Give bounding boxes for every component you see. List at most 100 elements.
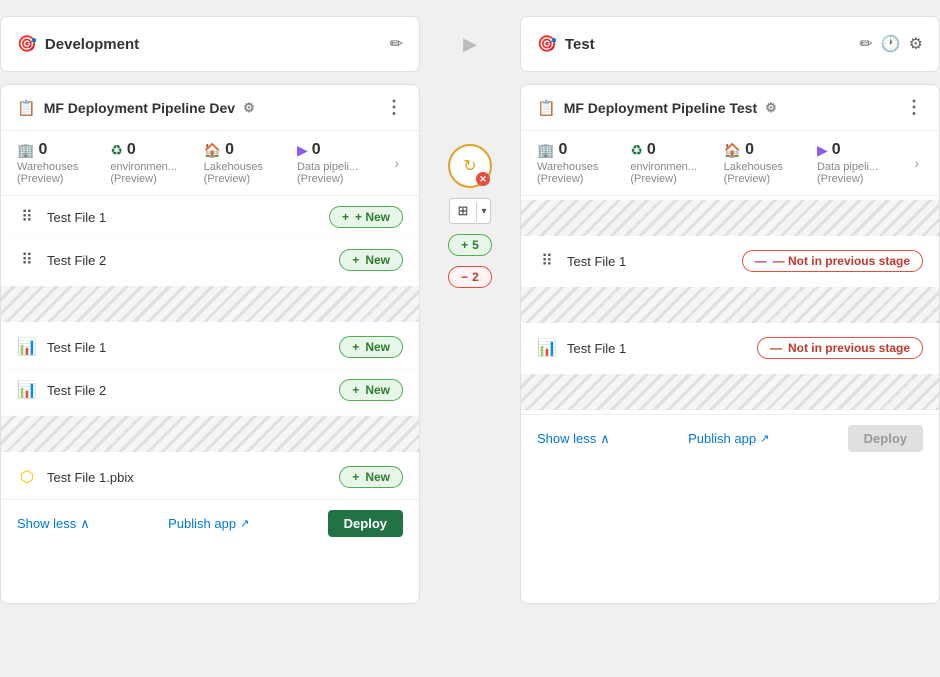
- test-external-link-icon: ↗: [760, 432, 769, 445]
- test-history-icon[interactable]: 🕐: [881, 34, 901, 54]
- dev-card-footer: Show less ∧ Publish app ↗ Deploy: [1, 499, 419, 547]
- test-pipeline-count-icon: ▶: [817, 142, 828, 159]
- dev-testfile2-report-badge: + New: [339, 379, 403, 401]
- dev-stage-title: Development: [45, 36, 139, 53]
- test-pipeline-menu[interactable]: ⋮: [905, 97, 923, 118]
- plus-icon-2: +: [352, 253, 359, 267]
- test-edit-icon[interactable]: ✏: [859, 34, 872, 54]
- minus-symbol: −: [461, 270, 468, 284]
- dev-lakehouse-count: 0: [225, 141, 234, 159]
- test-settings-icon[interactable]: ⚙: [909, 34, 923, 54]
- compare-chevron-icon[interactable]: ▾: [476, 202, 490, 221]
- test-stage-header: 🎯 Test ✏ 🕐 ⚙: [520, 16, 940, 72]
- test-stat-pipelines: ▶ 0 Data pipeli...(Preview): [817, 141, 910, 185]
- dev-show-less[interactable]: Show less ∧: [17, 516, 90, 532]
- test-show-less[interactable]: Show less ∧: [537, 431, 610, 447]
- dev-pipeline-settings-icon[interactable]: ⚙: [243, 100, 255, 116]
- dev-stage-header: 🎯 Development ✏: [0, 16, 420, 72]
- removed-count-badge: − 2: [448, 266, 492, 288]
- report-icon: 📊: [17, 337, 37, 357]
- test-pipeline-icon: 📋: [537, 99, 556, 117]
- stage-connector: ↻ ✕ ⊞ ▾ + 5 − 2: [420, 84, 520, 288]
- refresh-x-icon: ↻: [463, 156, 476, 176]
- added-count-badge: + 5: [448, 234, 492, 256]
- plus-icon-5: +: [352, 470, 359, 484]
- test-publish-app[interactable]: Publish app ↗: [688, 431, 769, 446]
- dev-item-testfile1-report: 📊 Test File 1 + New: [1, 326, 419, 369]
- dev-stats-arrow[interactable]: ›: [390, 155, 403, 171]
- refresh-status-icon: ↻ ✕: [448, 144, 492, 188]
- dev-warehouse-count: 0: [38, 141, 47, 159]
- chevron-up-icon: ∧: [80, 516, 90, 532]
- dev-testfile1-pbix-badge: + New: [339, 466, 403, 488]
- added-count: 5: [472, 238, 479, 252]
- dev-item-testfile1-table: ⠿ Test File 1 + + New: [1, 196, 419, 239]
- dev-testfile1-table-badge: + + New: [329, 206, 403, 228]
- test-deploy-button[interactable]: Deploy: [848, 425, 923, 452]
- plus-icon-4: +: [352, 383, 359, 397]
- env-icon: ♻: [110, 142, 123, 159]
- test-divider-bottom: [521, 374, 939, 410]
- minus-icon: —: [755, 254, 767, 268]
- test-divider-mid: [521, 287, 939, 323]
- dev-env-label: environmen...(Preview): [110, 161, 177, 185]
- compare-button[interactable]: ⊞: [450, 199, 477, 223]
- dev-publish-app[interactable]: Publish app ↗: [168, 516, 249, 531]
- test-divider-top: [521, 200, 939, 236]
- dev-stat-env: ♻ 0 environmen...(Preview): [110, 141, 203, 185]
- dev-item-testfile1-pbix: ⬡ Test File 1.pbix + New: [1, 456, 419, 499]
- dev-testfile1-table-name: Test File 1: [47, 210, 106, 225]
- test-stage-icon: 🎯: [537, 34, 557, 54]
- test-pipeline-settings-icon[interactable]: ⚙: [765, 100, 777, 116]
- dev-stat-lakehouses: 🏠 0 Lakehouses(Preview): [204, 141, 297, 185]
- external-link-icon: ↗: [240, 517, 249, 530]
- lakehouse-icon: 🏠: [204, 142, 221, 159]
- test-stage-title: Test: [565, 36, 595, 53]
- removed-count: 2: [472, 270, 479, 284]
- dev-warehouse-label: Warehouses(Preview): [17, 161, 78, 185]
- pbix-icon: ⬡: [17, 467, 37, 487]
- dev-item-testfile2-report: 📊 Test File 2 + New: [1, 369, 419, 412]
- test-warehouse-count: 0: [558, 141, 567, 159]
- test-lakehouse-label: Lakehouses(Preview): [724, 161, 783, 185]
- dev-divider-1: [1, 286, 419, 322]
- test-stat-lakehouses: 🏠 0 Lakehouses(Preview): [724, 141, 817, 185]
- test-pipeline-label: Data pipeli...(Preview): [817, 161, 878, 185]
- dev-pipeline-card: 📋 MF Deployment Pipeline Dev ⚙ ⋮ 🏢 0 War…: [0, 84, 420, 604]
- dev-item-testfile2-table: ⠿ Test File 2 + New: [1, 239, 419, 282]
- dev-deploy-button[interactable]: Deploy: [328, 510, 403, 537]
- plus-icon: +: [342, 210, 349, 224]
- test-lakehouse-count: 0: [745, 141, 754, 159]
- pipeline-icon: ▶: [297, 142, 308, 159]
- dev-divider-2: [1, 416, 419, 452]
- test-pipeline-count: 0: [832, 141, 841, 159]
- test-lakehouse-icon: 🏠: [724, 142, 741, 159]
- test-env-count: 0: [647, 141, 656, 159]
- dev-edit-icon[interactable]: ✏: [390, 34, 403, 54]
- x-badge: ✕: [476, 172, 490, 186]
- dev-pipeline-icon: 📋: [17, 99, 36, 117]
- test-stat-warehouses: 🏢 0 Warehouses(Preview): [537, 141, 630, 185]
- table-icon: ⠿: [17, 207, 37, 227]
- test-env-label: environmen...(Preview): [630, 161, 697, 185]
- test-testfile1-report-badge: — Not in previous stage: [757, 337, 923, 359]
- dev-pipeline-menu[interactable]: ⋮: [385, 97, 403, 118]
- dev-pipeline-label: Data pipeli...(Preview): [297, 161, 358, 185]
- compare-toggle[interactable]: ⊞ ▾: [449, 198, 492, 224]
- test-stats-arrow[interactable]: ›: [910, 155, 923, 171]
- test-warehouse-icon: 🏢: [537, 142, 554, 159]
- warehouse-icon: 🏢: [17, 142, 34, 159]
- dev-testfile1-pbix-name: Test File 1.pbix: [47, 470, 134, 485]
- minus-icon-2: —: [770, 341, 782, 355]
- test-table-icon: ⠿: [537, 251, 557, 271]
- dev-testfile2-table-name: Test File 2: [47, 253, 106, 268]
- dev-pipeline-title: MF Deployment Pipeline Dev: [44, 100, 235, 116]
- test-testfile1-table-name: Test File 1: [567, 254, 626, 269]
- dev-stage-icon: 🎯: [17, 34, 37, 54]
- test-warehouse-label: Warehouses(Preview): [537, 161, 598, 185]
- dev-testfile1-report-name: Test File 1: [47, 340, 106, 355]
- test-stat-env: ♻ 0 environmen...(Preview): [630, 141, 723, 185]
- test-item-testfile1-report: 📊 Test File 1 — Not in previous stage: [521, 327, 939, 370]
- test-card-footer: Show less ∧ Publish app ↗ Deploy: [521, 414, 939, 462]
- plus-symbol: +: [461, 238, 468, 252]
